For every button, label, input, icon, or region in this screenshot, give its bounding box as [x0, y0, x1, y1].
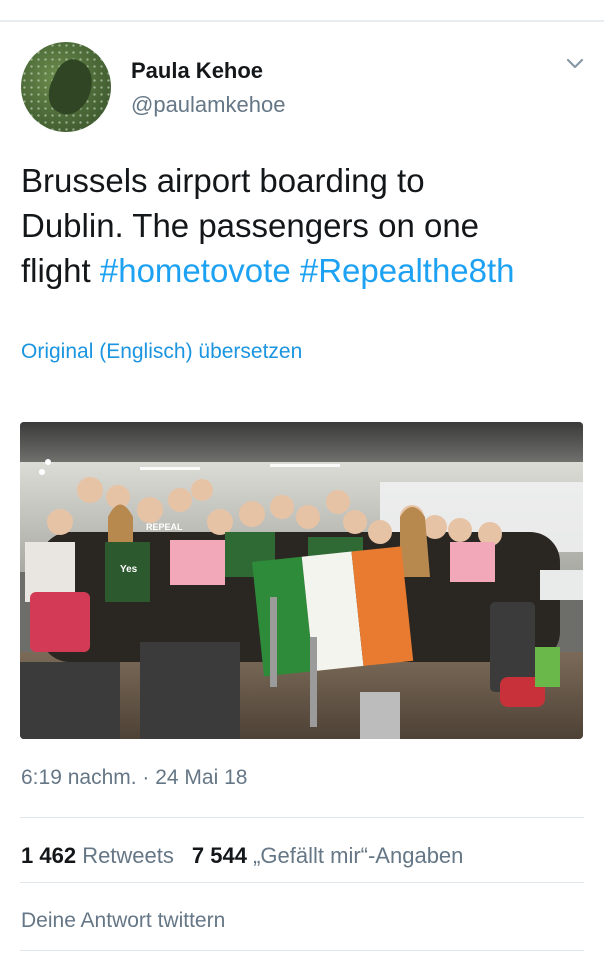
- divider: [20, 950, 584, 951]
- photo-banner-text: REPEAL: [146, 522, 183, 532]
- tweet-timestamp[interactable]: 6:19 nachm. · 24 Mai 18: [21, 766, 247, 790]
- like-count[interactable]: 7 544: [192, 843, 247, 868]
- tweet-photo[interactable]: Yes REPEAL: [20, 422, 583, 739]
- retweet-label[interactable]: Retweets: [82, 843, 174, 868]
- tweet-line-3-text: flight: [21, 252, 100, 289]
- hashtag-hometovote[interactable]: #hometovote: [100, 252, 291, 289]
- tweet-text: Brussels airport boarding to Dublin. The…: [21, 158, 591, 293]
- avatar[interactable]: [21, 42, 111, 132]
- photo-illustration: Yes REPEAL: [20, 422, 583, 739]
- retweet-count[interactable]: 1 462: [21, 843, 76, 868]
- tweet-line-3: flight #hometovote #Repealthe8th: [21, 248, 591, 293]
- chevron-down-icon[interactable]: [566, 58, 584, 70]
- divider: [20, 882, 584, 883]
- tweet-stats: 1 462 Retweets 7 544 „Gefällt mir“-Angabe…: [21, 843, 463, 869]
- top-divider: [0, 20, 604, 22]
- reply-input[interactable]: Deine Antwort twittern: [21, 909, 225, 933]
- author-handle[interactable]: @paulamkehoe: [131, 92, 285, 118]
- divider: [20, 817, 584, 818]
- translate-link[interactable]: Original (Englisch) übersetzen: [21, 340, 302, 364]
- like-label[interactable]: „Gefällt mir“-Angaben: [253, 843, 463, 868]
- tweet-line-1: Brussels airport boarding to: [21, 162, 425, 199]
- photo-shirt-text: Yes: [120, 564, 138, 575]
- hashtag-repealthe8th[interactable]: #Repealthe8th: [300, 252, 515, 289]
- author-name[interactable]: Paula Kehoe: [131, 58, 263, 84]
- tweet-line-2: Dublin. The passengers on one: [21, 207, 480, 244]
